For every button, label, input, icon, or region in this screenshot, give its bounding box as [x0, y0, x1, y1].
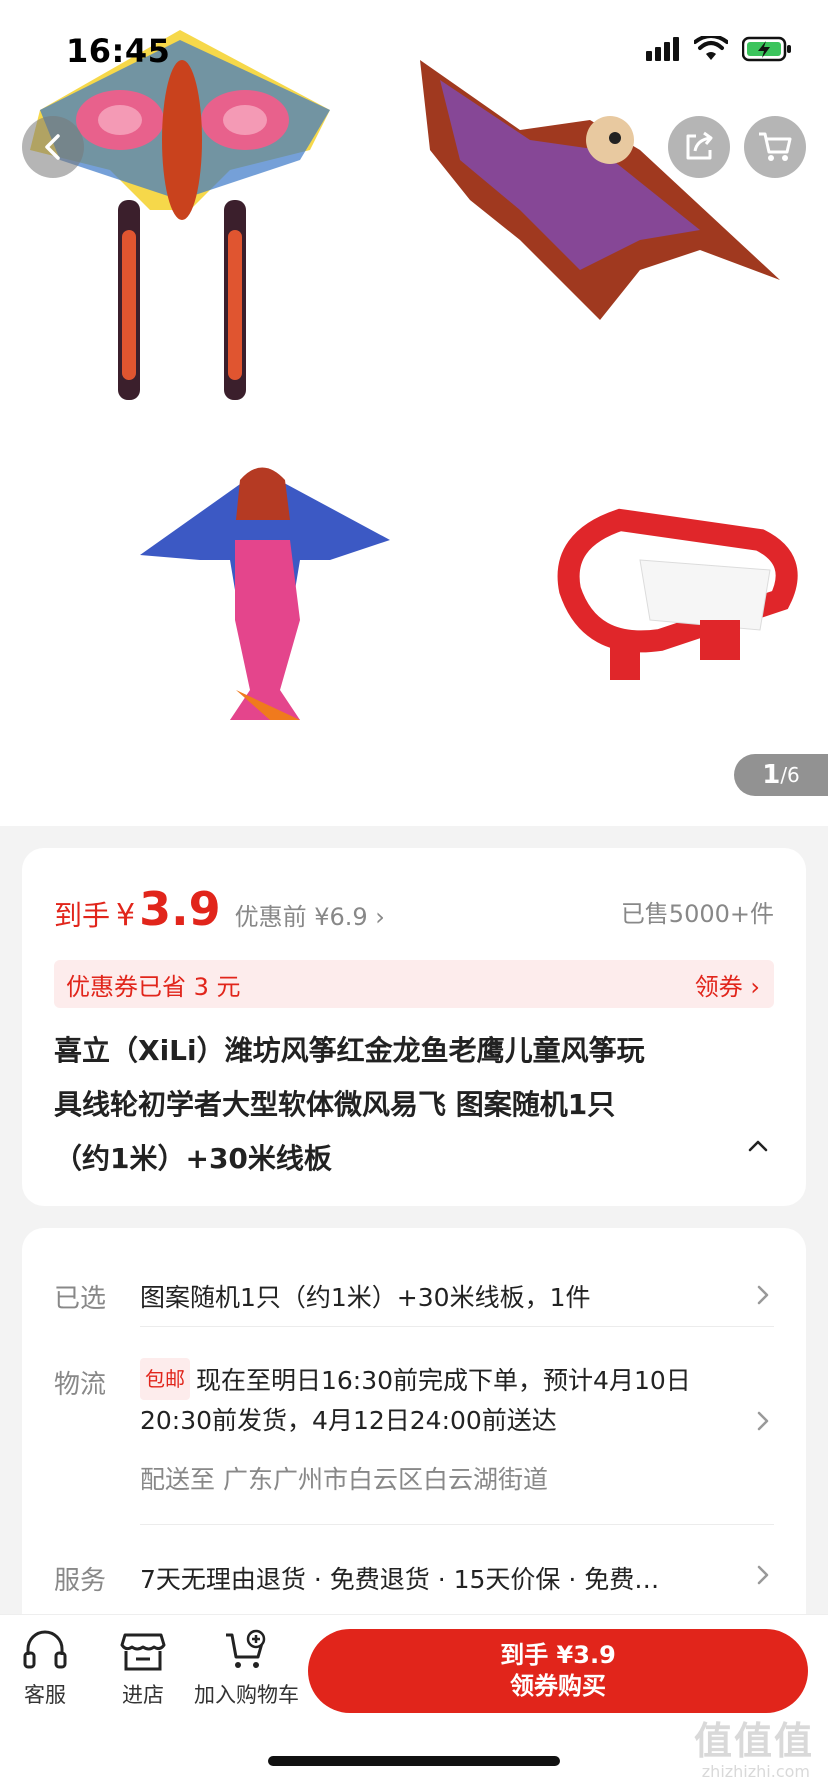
add-to-cart-icon: [225, 1629, 265, 1668]
chevron-right-icon: [757, 1411, 769, 1431]
back-button[interactable]: [22, 116, 84, 178]
get-coupon-button[interactable]: 领券 ›: [695, 967, 760, 1002]
cart-button[interactable]: [744, 116, 806, 178]
share-button[interactable]: [668, 116, 730, 178]
chevron-left-icon: [45, 134, 60, 160]
shipping-estimate: 现在至明日16:30前完成下单，预计4月10日20:30前发货，4月12日24:…: [140, 1366, 691, 1435]
details-card: 已选 图案随机1只（约1米）+30米线板，1件 物流 包邮 现在至明日16:30前…: [22, 1228, 806, 1628]
watermark: 值值值: [693, 1719, 814, 1763]
chevron-up-icon[interactable]: [746, 1138, 770, 1154]
product-title-line: （约1米）+30米线板: [54, 1142, 332, 1175]
add-to-cart-button[interactable]: 加入购物车: [194, 1629, 299, 1709]
selected-value: 图案随机1只（约1米）+30米线板，1件: [140, 1283, 591, 1312]
headset-icon: [23, 1630, 67, 1669]
line-reel-image: [557, 508, 798, 680]
battery-charging-icon: [742, 36, 791, 62]
final-price: 3.9: [139, 882, 221, 936]
product-title-line: 具线轮初学者大型软体微风易飞 图案随机1只: [54, 1088, 616, 1121]
cellular-signal-icon: [646, 37, 679, 61]
free-shipping-tag: 包邮: [140, 1358, 190, 1400]
shopping-cart-icon: [759, 132, 792, 161]
shipping-info: 包邮 现在至明日16:30前完成下单，预计4月10日20:30前发货，4月12日2…: [140, 1358, 760, 1441]
product-title-line: 喜立（XiLi）潍坊风筝红金龙鱼老鹰儿童风筝玩: [54, 1034, 645, 1067]
product-title: 喜立（XiLi）潍坊风筝红金龙鱼老鹰儿童风筝玩 具线轮初学者大型软体微风易飞 图…: [54, 1024, 754, 1186]
chevron-right-icon: [757, 1565, 769, 1585]
price-row: 到手 ¥ 3.9 优惠前 ¥6.9 ›: [54, 882, 385, 936]
coupon-bar[interactable]: 优惠券已省 3 元 领券 ›: [54, 960, 774, 1008]
buy-with-coupon-button[interactable]: 到手 ¥3.9 领券购买: [308, 1629, 808, 1713]
wifi-icon: [694, 36, 728, 60]
gallery-total-pages: /6: [780, 763, 800, 787]
customer-service-button[interactable]: 客服: [22, 1629, 68, 1709]
final-price-label: 到手: [54, 899, 111, 932]
watermark-url: zhizhizhi.com: [701, 1762, 810, 1781]
gallery-current-page: 1: [762, 760, 781, 790]
original-price-link[interactable]: 优惠前 ¥6.9 ›: [235, 897, 385, 932]
store-button[interactable]: 进店: [120, 1629, 166, 1709]
share-icon: [686, 131, 713, 160]
price-currency: ¥: [116, 898, 136, 933]
store-label: 进店: [122, 1683, 164, 1707]
coupon-saved-text: 优惠券已省 3 元: [66, 972, 241, 1001]
divider: [140, 1524, 774, 1525]
status-bar: 16:45: [0, 0, 828, 100]
shipping-label: 物流: [54, 1370, 107, 1400]
product-image-gallery[interactable]: 16:45 1 /6: [0, 0, 828, 826]
buy-button-price: 到手 ¥3.9: [500, 1641, 616, 1669]
sold-count: 已售5000+件: [620, 900, 774, 928]
customer-service-label: 客服: [24, 1683, 66, 1707]
status-time: 16:45: [66, 32, 171, 70]
selected-label: 已选: [54, 1284, 107, 1314]
service-value: 7天无理由退货 · 免费退货 · 15天价保 · 免费…: [140, 1565, 660, 1594]
add-to-cart-label: 加入购物车: [194, 1683, 299, 1707]
home-indicator: [268, 1756, 560, 1766]
price-title-card: 到手 ¥ 3.9 优惠前 ¥6.9 › 已售5000+件 优惠券已省 3 元 领…: [22, 848, 806, 1206]
chevron-right-icon: [757, 1285, 769, 1305]
status-icons: [646, 36, 792, 62]
service-label: 服务: [54, 1566, 107, 1596]
gallery-page-indicator: 1 /6: [734, 754, 828, 796]
mermaid-kite-image: [140, 467, 390, 720]
divider: [140, 1326, 774, 1327]
deliver-to-address: 配送至 广东广州市白云区白云湖街道: [140, 1465, 548, 1494]
buy-button-label: 领券购买: [510, 1672, 606, 1700]
store-icon: [120, 1633, 166, 1671]
